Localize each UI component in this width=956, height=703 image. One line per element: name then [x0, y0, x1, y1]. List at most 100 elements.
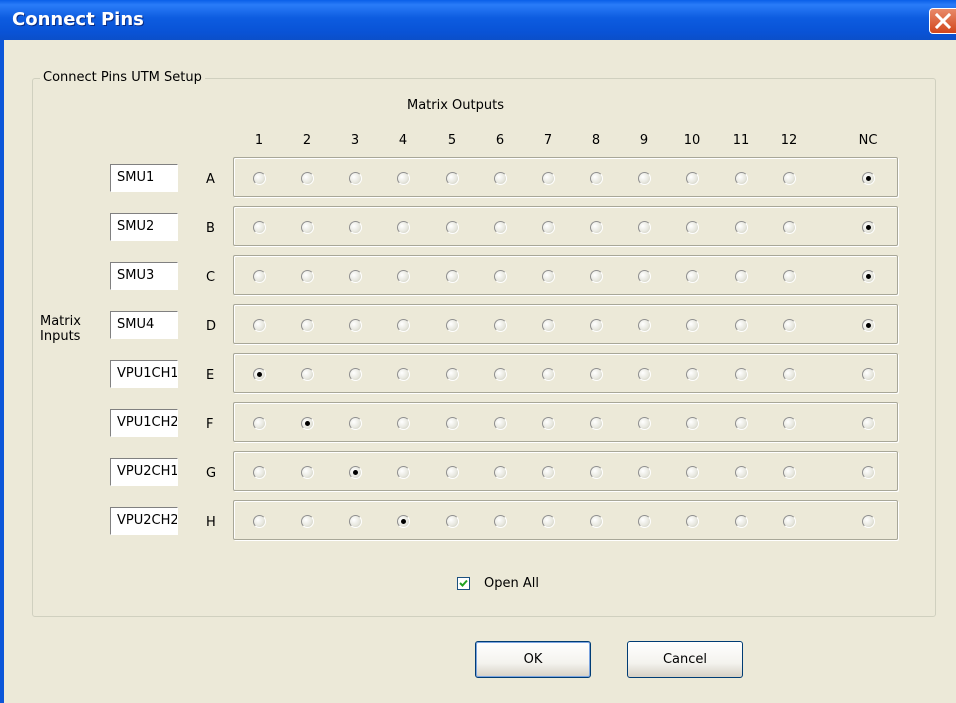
radio-d-4[interactable] [397, 319, 410, 332]
input-name-field-h[interactable]: VPU2CH2 [110, 507, 178, 535]
radio-a-5[interactable] [446, 172, 459, 185]
radio-c-9[interactable] [638, 270, 651, 283]
radio-e-8[interactable] [590, 368, 603, 381]
close-button[interactable] [929, 8, 956, 34]
radio-a-10[interactable] [686, 172, 699, 185]
radio-a-4[interactable] [397, 172, 410, 185]
open-all-checkbox[interactable] [457, 577, 470, 590]
open-all-label[interactable]: Open All [484, 576, 539, 591]
radio-g-5[interactable] [446, 466, 459, 479]
radio-h-7[interactable] [542, 515, 555, 528]
radio-c-nc[interactable] [862, 270, 875, 283]
radio-e-5[interactable] [446, 368, 459, 381]
radio-h-10[interactable] [686, 515, 699, 528]
radio-e-nc[interactable] [862, 368, 875, 381]
radio-f-1[interactable] [253, 417, 266, 430]
input-name-field-d[interactable]: SMU4 [110, 311, 178, 339]
radio-e-1[interactable] [253, 368, 266, 381]
radio-h-3[interactable] [349, 515, 362, 528]
radio-e-10[interactable] [686, 368, 699, 381]
radio-h-11[interactable] [735, 515, 748, 528]
radio-g-8[interactable] [590, 466, 603, 479]
radio-f-nc[interactable] [862, 417, 875, 430]
cancel-button[interactable]: Cancel [627, 641, 743, 678]
radio-e-4[interactable] [397, 368, 410, 381]
radio-f-6[interactable] [494, 417, 507, 430]
radio-b-7[interactable] [542, 221, 555, 234]
radio-g-7[interactable] [542, 466, 555, 479]
radio-d-8[interactable] [590, 319, 603, 332]
radio-f-12[interactable] [783, 417, 796, 430]
radio-g-4[interactable] [397, 466, 410, 479]
radio-a-7[interactable] [542, 172, 555, 185]
radio-b-4[interactable] [397, 221, 410, 234]
radio-h-4[interactable] [397, 515, 410, 528]
radio-d-5[interactable] [446, 319, 459, 332]
radio-f-10[interactable] [686, 417, 699, 430]
radio-b-1[interactable] [253, 221, 266, 234]
radio-b-10[interactable] [686, 221, 699, 234]
radio-d-12[interactable] [783, 319, 796, 332]
radio-h-8[interactable] [590, 515, 603, 528]
radio-g-nc[interactable] [862, 466, 875, 479]
radio-f-2[interactable] [301, 417, 314, 430]
radio-a-1[interactable] [253, 172, 266, 185]
radio-d-1[interactable] [253, 319, 266, 332]
radio-f-3[interactable] [349, 417, 362, 430]
input-name-field-c[interactable]: SMU3 [110, 262, 178, 290]
radio-a-2[interactable] [301, 172, 314, 185]
radio-f-9[interactable] [638, 417, 651, 430]
radio-c-5[interactable] [446, 270, 459, 283]
radio-d-10[interactable] [686, 319, 699, 332]
radio-h-5[interactable] [446, 515, 459, 528]
radio-f-7[interactable] [542, 417, 555, 430]
radio-b-2[interactable] [301, 221, 314, 234]
radio-b-5[interactable] [446, 221, 459, 234]
radio-g-10[interactable] [686, 466, 699, 479]
radio-g-2[interactable] [301, 466, 314, 479]
radio-h-9[interactable] [638, 515, 651, 528]
radio-d-11[interactable] [735, 319, 748, 332]
radio-h-1[interactable] [253, 515, 266, 528]
radio-e-12[interactable] [783, 368, 796, 381]
radio-g-9[interactable] [638, 466, 651, 479]
radio-c-12[interactable] [783, 270, 796, 283]
radio-a-8[interactable] [590, 172, 603, 185]
radio-d-2[interactable] [301, 319, 314, 332]
radio-c-3[interactable] [349, 270, 362, 283]
radio-b-8[interactable] [590, 221, 603, 234]
radio-g-12[interactable] [783, 466, 796, 479]
radio-c-11[interactable] [735, 270, 748, 283]
radio-c-10[interactable] [686, 270, 699, 283]
radio-b-11[interactable] [735, 221, 748, 234]
radio-a-nc[interactable] [862, 172, 875, 185]
radio-f-4[interactable] [397, 417, 410, 430]
radio-a-6[interactable] [494, 172, 507, 185]
radio-c-8[interactable] [590, 270, 603, 283]
radio-f-11[interactable] [735, 417, 748, 430]
radio-d-7[interactable] [542, 319, 555, 332]
radio-a-12[interactable] [783, 172, 796, 185]
radio-d-3[interactable] [349, 319, 362, 332]
radio-b-3[interactable] [349, 221, 362, 234]
radio-a-11[interactable] [735, 172, 748, 185]
radio-b-6[interactable] [494, 221, 507, 234]
input-name-field-b[interactable]: SMU2 [110, 213, 178, 241]
radio-c-4[interactable] [397, 270, 410, 283]
radio-b-9[interactable] [638, 221, 651, 234]
input-name-field-g[interactable]: VPU2CH1 [110, 458, 178, 486]
input-name-field-f[interactable]: VPU1CH2 [110, 409, 178, 437]
radio-h-2[interactable] [301, 515, 314, 528]
radio-g-6[interactable] [494, 466, 507, 479]
radio-e-2[interactable] [301, 368, 314, 381]
radio-h-12[interactable] [783, 515, 796, 528]
radio-e-11[interactable] [735, 368, 748, 381]
radio-a-3[interactable] [349, 172, 362, 185]
radio-b-nc[interactable] [862, 221, 875, 234]
radio-e-9[interactable] [638, 368, 651, 381]
radio-b-12[interactable] [783, 221, 796, 234]
radio-f-5[interactable] [446, 417, 459, 430]
radio-c-6[interactable] [494, 270, 507, 283]
radio-c-7[interactable] [542, 270, 555, 283]
title-bar[interactable]: Connect Pins [0, 0, 956, 40]
